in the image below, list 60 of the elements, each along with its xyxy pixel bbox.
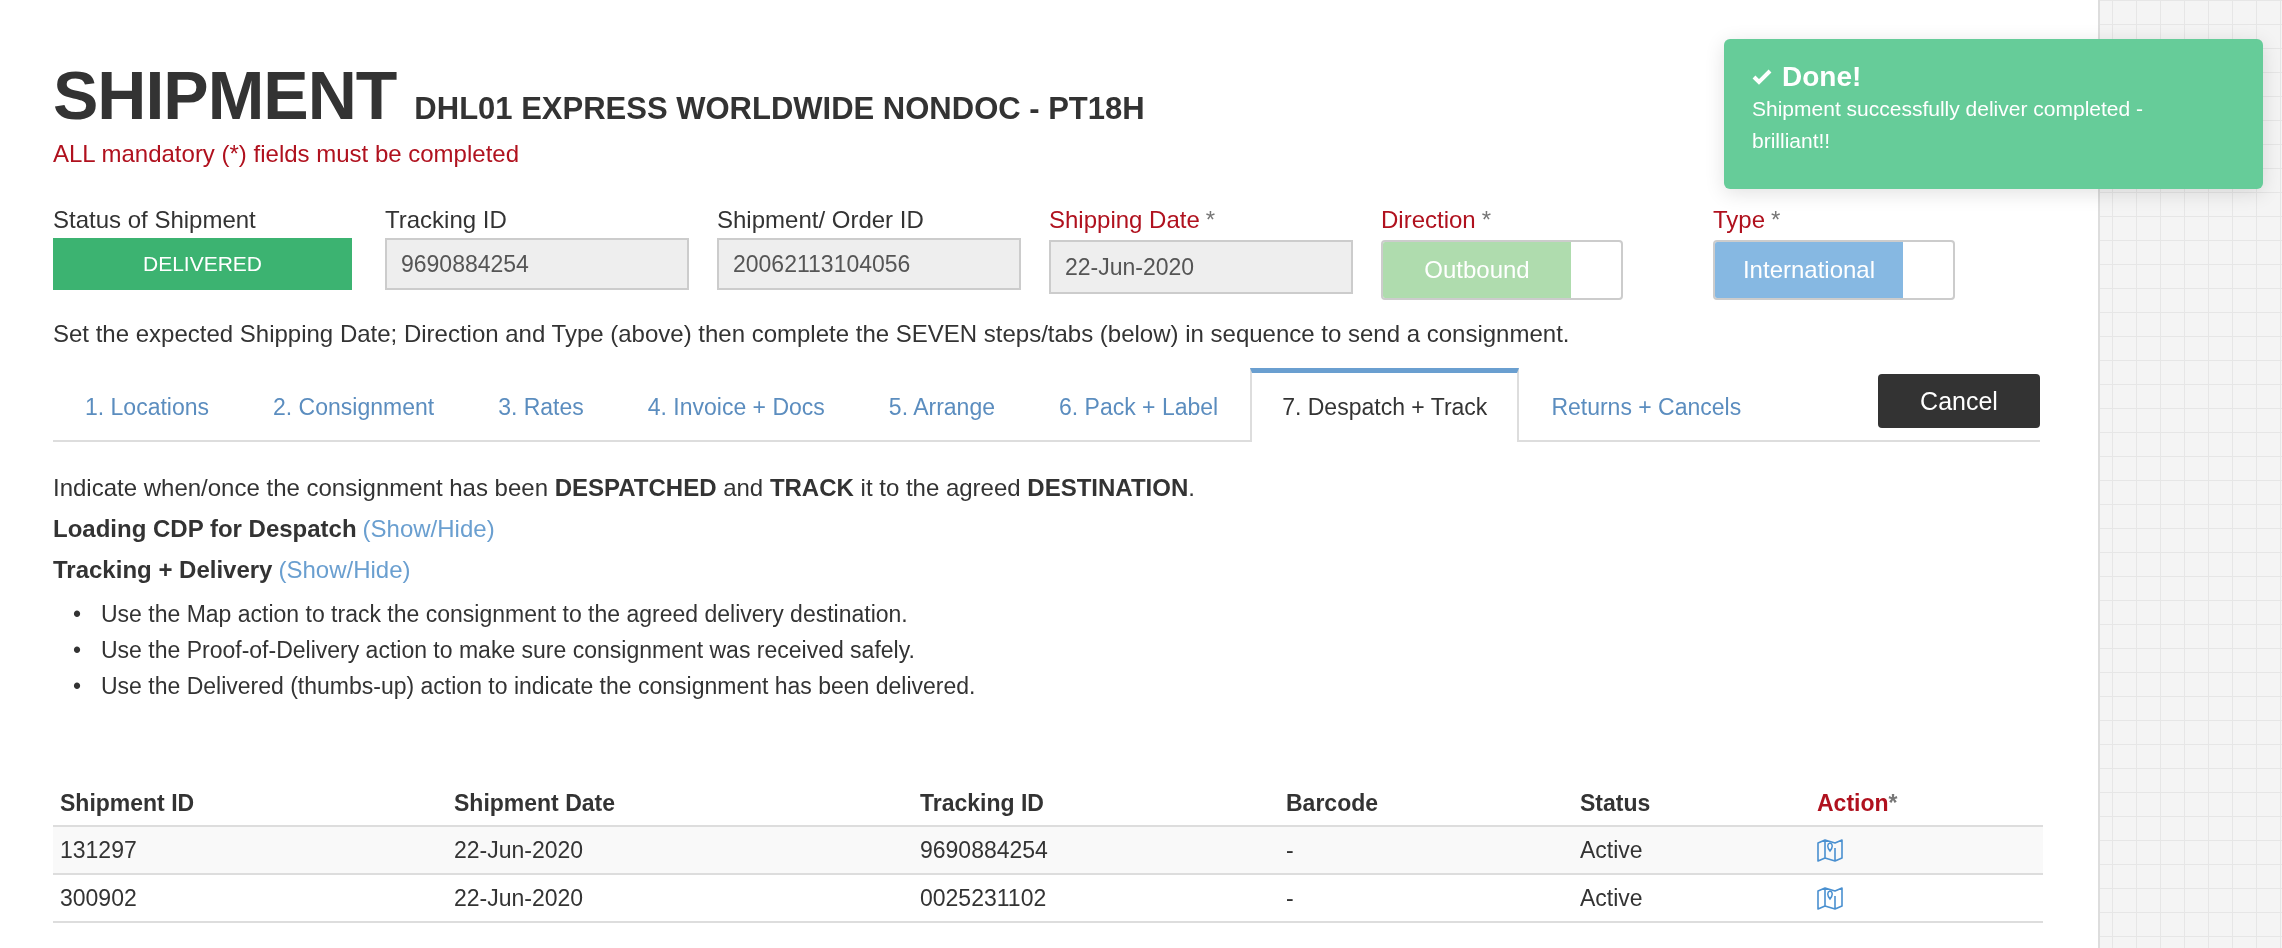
- field-label: Direction: [1381, 206, 1476, 234]
- show-hide-link[interactable]: (Show/Hide): [362, 515, 495, 543]
- required-mark: *: [1771, 206, 1781, 234]
- column-header: Action: [1817, 790, 1889, 816]
- field-label: Status of Shipment: [53, 206, 256, 234]
- toast-title: Done!: [1782, 61, 1862, 93]
- table-cell: 22-Jun-2020: [454, 884, 584, 911]
- column-header: Shipment ID: [60, 790, 195, 816]
- bullet-text: Use the Proof-of-Delivery action to make sure consignment was received safely.: [101, 636, 915, 665]
- step-tab[interactable]: 4. Invoice + Docs: [615, 370, 857, 442]
- input-field[interactable]: 9690884254: [385, 238, 689, 290]
- table-cell: 9690884254: [920, 836, 1048, 863]
- column-header: Tracking ID: [920, 790, 1044, 816]
- cancel-button[interactable]: Cancel: [1878, 374, 2040, 428]
- field-label: Tracking ID: [385, 206, 507, 234]
- table-cell: 0025231102: [920, 884, 1047, 911]
- toast-message: Shipment successfully deliver completed - brilliant!!: [1752, 96, 2144, 154]
- field-label: Shipping Date: [1049, 206, 1200, 234]
- page-title: SHIPMENT: [53, 56, 397, 134]
- step-tab[interactable]: 2. Consignment: [241, 370, 467, 442]
- input-field[interactable]: 22-Jun-2020: [1049, 240, 1353, 294]
- section-title: Tracking + Delivery: [53, 556, 273, 584]
- step-tab[interactable]: 1. Locations: [53, 370, 242, 442]
- column-header: Shipment Date: [454, 790, 616, 816]
- table-cell: Active: [1580, 836, 1643, 863]
- step-tab[interactable]: 3. Rates: [466, 370, 616, 442]
- map-pin-icon[interactable]: [1817, 886, 1843, 910]
- bullet-text: Use the Delivered (thumbs-up) action to indicate the consignment has been delivered.: [101, 672, 976, 701]
- mandatory-warning: ALL mandatory (*) fields must be completed: [53, 140, 519, 168]
- step-tab[interactable]: 6. Pack + Label: [1027, 370, 1251, 442]
- table-cell: 131297: [60, 836, 137, 863]
- field-label: Type: [1713, 206, 1766, 234]
- column-header: Status: [1580, 790, 1651, 816]
- show-hide-link[interactable]: (Show/Hide): [278, 556, 411, 584]
- map-pin-icon[interactable]: [1817, 838, 1843, 862]
- instructions-text: Set the expected Shipping Date; Direction and Type (above) then complete the SEVEN steps/tabs (below) in sequence to send a consignment.: [53, 320, 1571, 348]
- intro-text: Indicate when/once the consignment has been DESPATCHED and TRACK it to the agreed DESTINATION.: [53, 474, 1196, 502]
- table-cell: -: [1286, 884, 1294, 911]
- column-header: Barcode: [1286, 790, 1379, 816]
- step-tab[interactable]: 5. Arrange: [856, 370, 1027, 442]
- toggle-switch[interactable]: International: [1713, 240, 1955, 300]
- step-tab[interactable]: 7. Despatch + Track: [1250, 368, 1520, 442]
- required-mark: *: [1888, 790, 1898, 816]
- table-cell: 22-Jun-2020: [454, 836, 584, 863]
- required-mark: *: [1205, 206, 1216, 234]
- bullet-marker: •: [73, 600, 83, 629]
- bullet-text: Use the Map action to track the consignment to the agreed delivery destination.: [101, 600, 908, 629]
- table-cell: -: [1286, 836, 1294, 863]
- bullet-marker: •: [73, 672, 83, 701]
- bullet-marker: •: [73, 636, 83, 665]
- required-mark: *: [1481, 206, 1492, 234]
- step-tab[interactable]: Returns + Cancels: [1519, 370, 1774, 442]
- page-subtitle: DHL01 EXPRESS WORLDWIDE NONDOC - PT18H: [414, 91, 1145, 127]
- status-badge: DELIVERED: [53, 238, 352, 290]
- check-icon: [1752, 68, 1772, 86]
- table-cell: 300902: [60, 884, 137, 911]
- table-cell: Active: [1580, 884, 1643, 911]
- section-title: Loading CDP for Despatch: [53, 515, 357, 543]
- field-label: Shipment/ Order ID: [717, 206, 924, 234]
- input-field[interactable]: 20062113104056: [717, 238, 1021, 290]
